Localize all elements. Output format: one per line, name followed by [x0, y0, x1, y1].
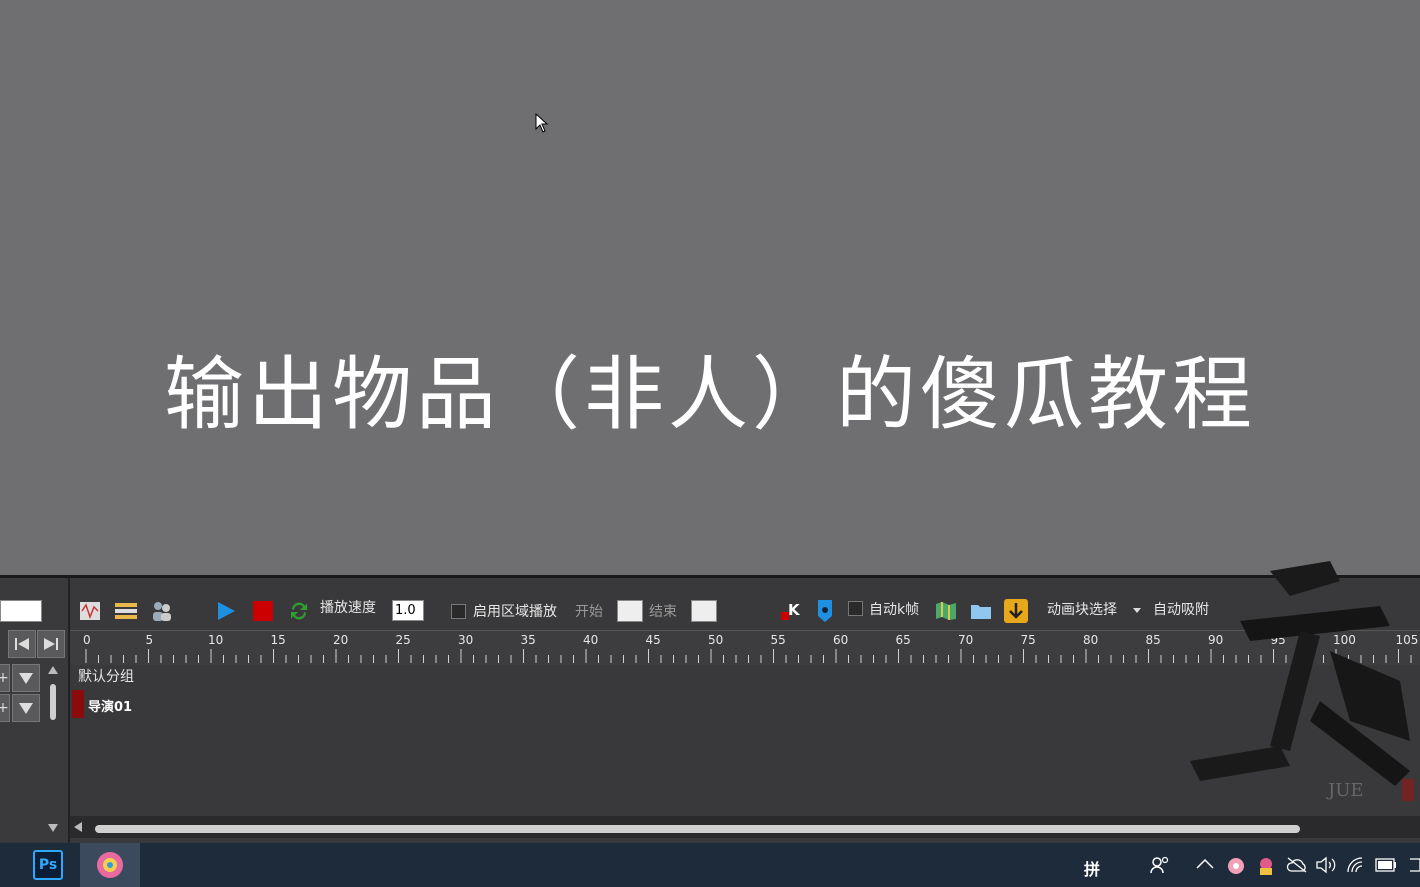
track-color-swatch: [72, 690, 84, 718]
track-name[interactable]: 导演01: [88, 696, 132, 715]
ruler-tick-label: 65: [895, 633, 911, 647]
add-sub-track-button[interactable]: +: [0, 694, 10, 722]
play-button[interactable]: [214, 600, 238, 622]
ruler-tick-label: 60: [833, 633, 849, 647]
waveform-button[interactable]: [78, 600, 102, 622]
character-tray-icon[interactable]: [1256, 856, 1276, 876]
vertical-scrollbar[interactable]: [44, 664, 62, 834]
stop-icon: [253, 601, 273, 621]
ruler-tick-label: 5: [145, 633, 154, 647]
ruler-tick-label: 0: [83, 633, 91, 647]
marker-icon: [818, 600, 832, 622]
ruler-tick-label: 35: [520, 633, 536, 647]
mouse-cursor-icon: [535, 113, 549, 133]
start-label: 开始: [575, 604, 603, 620]
track-control-column: + +: [0, 578, 70, 846]
speed-label: 播放速度: [320, 600, 376, 616]
plus-icon: +: [0, 700, 9, 716]
play-icon: [218, 602, 235, 620]
block-select-label[interactable]: 动画块选择: [1047, 599, 1117, 619]
region-play-label: 启用区域播放: [473, 604, 557, 620]
download-arrow-icon: [1004, 599, 1028, 623]
start-frame-input[interactable]: [617, 600, 643, 622]
photoshop-icon: Ps: [33, 850, 63, 880]
scrollbar-thumb[interactable]: [95, 825, 1300, 833]
auto-k-checkbox[interactable]: [848, 601, 863, 616]
expand-track-button[interactable]: [12, 694, 40, 722]
ruler-tick-label: 15: [270, 633, 286, 647]
group-label: 默认分组: [78, 669, 134, 685]
ruler-tick-label: 55: [770, 633, 786, 647]
speed-input[interactable]: 1.0: [392, 600, 424, 621]
ruler-tick-label: 75: [1020, 633, 1036, 647]
scroll-left-icon[interactable]: [74, 822, 82, 832]
end-frame-input[interactable]: [691, 600, 717, 622]
ruler-tick-label: 50: [708, 633, 724, 647]
ruler-tick-label: 70: [958, 633, 974, 647]
windows-taskbar: Ps 拼: [0, 843, 1420, 887]
ruler-tick-label: 30: [458, 633, 474, 647]
marker-button[interactable]: [813, 600, 837, 622]
chevron-up-icon[interactable]: [1196, 859, 1214, 869]
watermark-text: JUE: [1326, 780, 1364, 801]
ruler-tick-label: 20: [333, 633, 349, 647]
ruler-tick-label: 40: [583, 633, 599, 647]
ruler-tick-label: 45: [645, 633, 661, 647]
characters-button[interactable]: [150, 600, 174, 622]
keyframe-button[interactable]: K: [778, 600, 802, 622]
map-button[interactable]: [934, 600, 958, 622]
ruler-tick-label: 10: [208, 633, 224, 647]
refresh-icon: [291, 602, 307, 620]
taskbar-active-app[interactable]: [80, 843, 140, 887]
horizontal-scrollbar[interactable]: [70, 816, 1420, 838]
ruler-tick-label: 80: [1083, 633, 1099, 647]
page-title: 输出物品（非人）的傻瓜教程: [164, 348, 1256, 441]
preview-viewport[interactable]: 输出物品（非人）的傻瓜教程: [0, 0, 1420, 575]
auto-k-label: 自动k帧: [869, 602, 920, 618]
skip-forward-icon: [44, 638, 58, 650]
map-icon: [936, 602, 956, 620]
plus-icon: +: [0, 670, 9, 686]
import-button[interactable]: [1004, 599, 1028, 623]
expand-group-button[interactable]: [12, 664, 40, 692]
battery-icon[interactable]: [1375, 858, 1397, 872]
taskbar-photoshop[interactable]: Ps: [30, 843, 66, 887]
triangle-down-icon: [19, 703, 33, 714]
cloud-offline-icon[interactable]: [1286, 857, 1308, 873]
layers-icon: [115, 603, 137, 619]
wifi-icon[interactable]: [1346, 856, 1366, 874]
key-k-icon: K: [781, 601, 801, 620]
flower-tray-icon[interactable]: [1226, 856, 1246, 876]
app-icon: [97, 852, 123, 878]
add-track-button[interactable]: +: [0, 664, 10, 692]
region-play-checkbox[interactable]: [451, 604, 466, 619]
dropdown-caret-icon[interactable]: [1133, 608, 1141, 614]
track-name-input[interactable]: [0, 600, 42, 622]
svg-text:K: K: [788, 601, 801, 619]
open-folder-button[interactable]: [969, 600, 993, 622]
folder-icon: [971, 605, 991, 619]
triangle-down-icon: [19, 673, 33, 684]
people-icon: [153, 602, 171, 621]
prev-keyframe-button[interactable]: [8, 630, 36, 658]
volume-icon[interactable]: [1316, 856, 1336, 874]
end-label: 结束: [649, 604, 677, 620]
ruler-tick-label: 25: [395, 633, 411, 647]
ruler-tick-label: 85: [1145, 633, 1161, 647]
skip-back-icon: [15, 638, 29, 650]
people-icon[interactable]: [1150, 856, 1170, 874]
notification-icon[interactable]: [1408, 857, 1420, 873]
loop-button[interactable]: [287, 600, 311, 622]
timeline-panel: + + 播放速度 1.0 启用区域播放 开始 结束 K 自动k帧 动画块选择 自…: [0, 561, 1420, 846]
waveform-icon: [80, 602, 100, 620]
calligraphy-watermark: JUE: [1190, 561, 1414, 801]
next-keyframe-button[interactable]: [37, 630, 65, 658]
ime-indicator[interactable]: 拼: [1084, 856, 1100, 880]
stop-button[interactable]: [251, 600, 275, 622]
layers-button[interactable]: [114, 600, 138, 622]
